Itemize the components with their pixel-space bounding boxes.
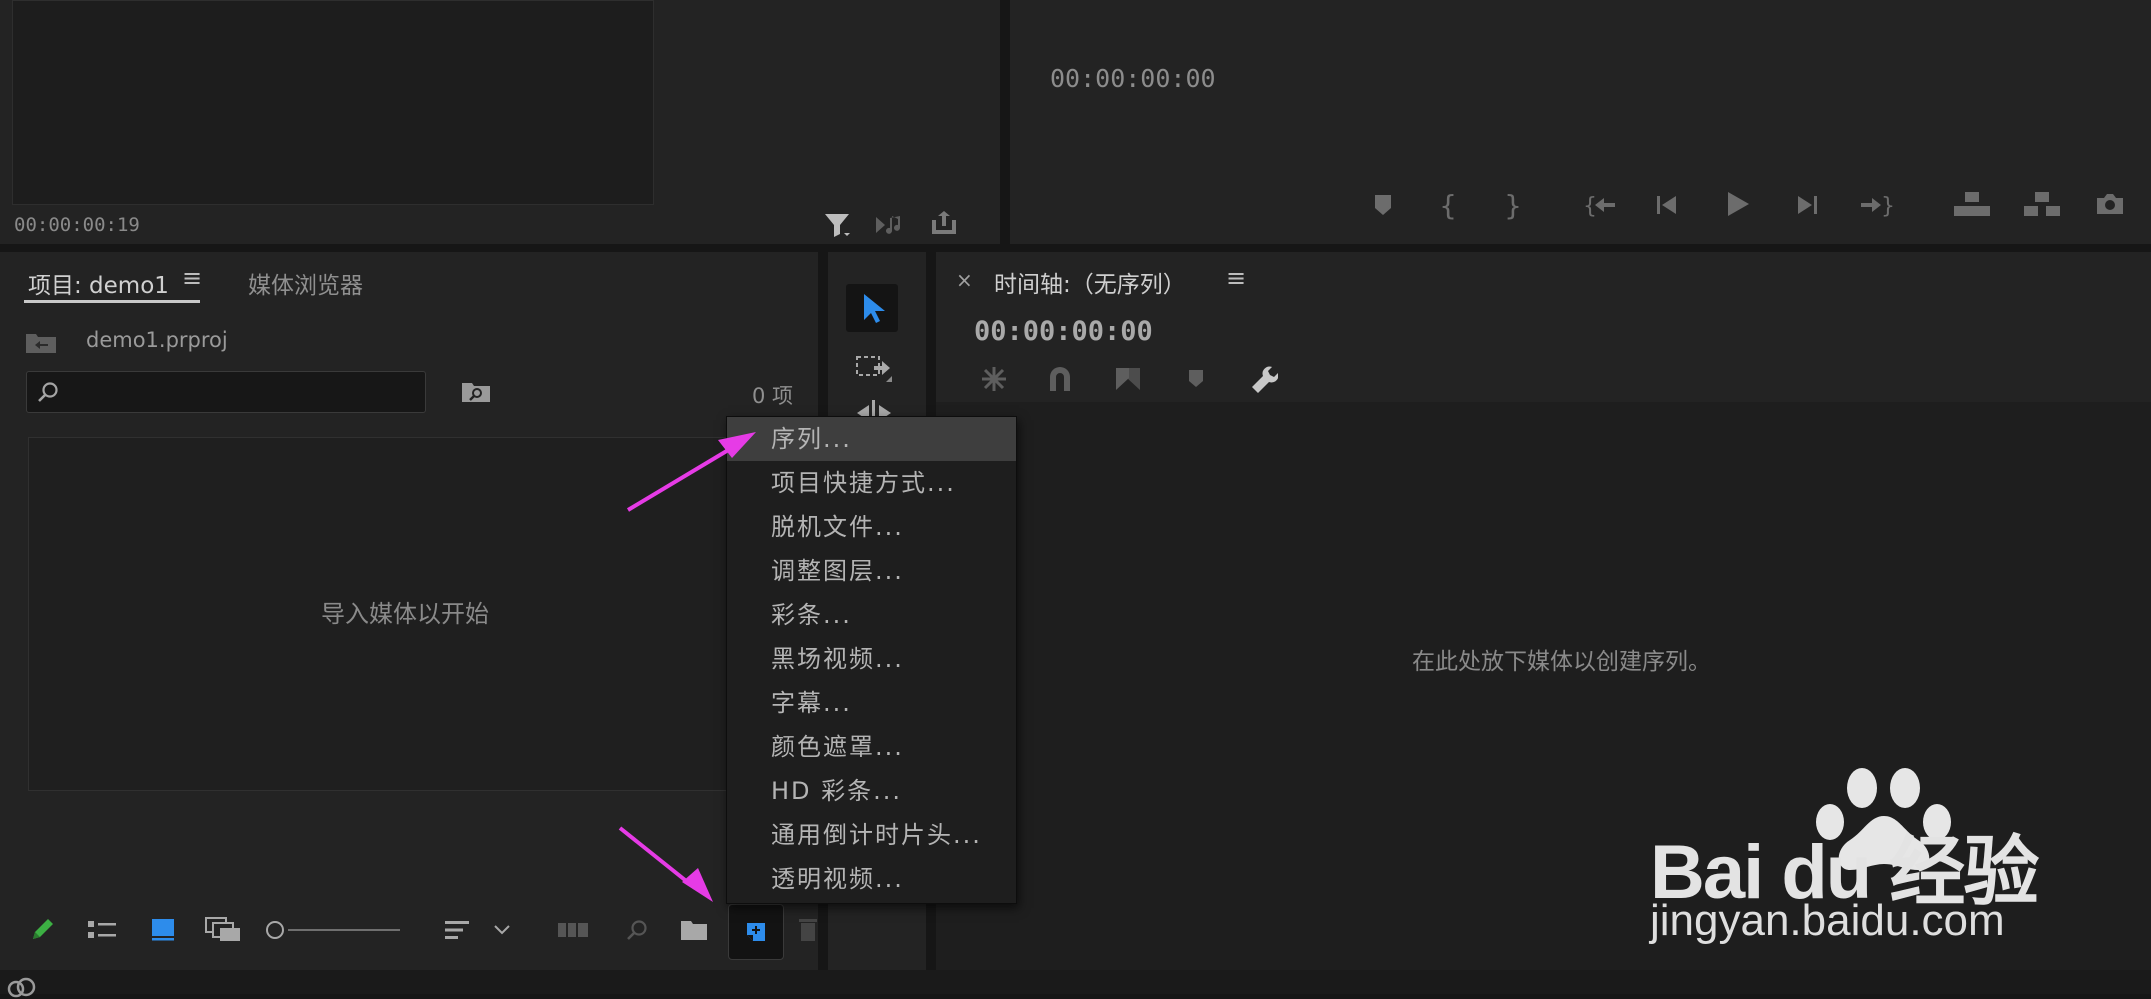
watermark-url: jingyan.baidu.com — [1650, 896, 2005, 945]
watermark: Bai du 经验 jingyan.baidu.com — [1640, 760, 2140, 960]
annotation-arrow-button — [618, 826, 713, 902]
annotation-arrow-menu — [626, 432, 756, 512]
